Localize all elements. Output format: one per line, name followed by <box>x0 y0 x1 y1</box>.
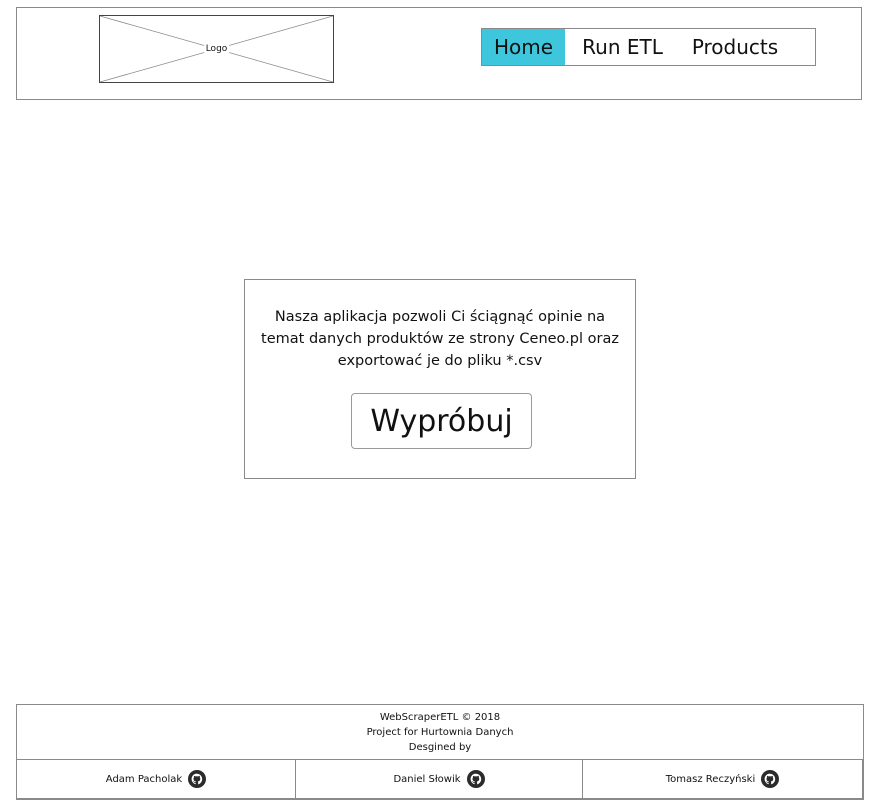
main-nav: Home Run ETL Products <box>481 28 816 66</box>
author-cell: Adam Pacholak <box>16 759 296 799</box>
nav-products[interactable]: Products <box>680 29 790 65</box>
intro-card: Nasza aplikacja pozwoli Ci ściągnąć opin… <box>244 279 636 479</box>
author-cell: Daniel Słowik <box>295 759 583 799</box>
github-icon[interactable] <box>761 770 780 788</box>
author-name: Daniel Słowik <box>393 773 461 785</box>
header: Logo Home Run ETL Products <box>16 7 862 100</box>
footer-designed-by: Desgined by <box>408 742 472 753</box>
try-button[interactable]: Wypróbuj <box>351 393 532 449</box>
author-name: Tomasz Reczyński <box>665 773 756 785</box>
footer-project: Project for Hurtownia Danych <box>366 727 514 738</box>
footer: WebScraperETL © 2018 Project for Hurtown… <box>16 704 864 800</box>
footer-info: WebScraperETL © 2018 Project for Hurtown… <box>17 710 863 755</box>
footer-authors: Adam Pacholak Daniel Słowik Tomasz Reczy… <box>16 759 864 800</box>
footer-copyright: WebScraperETL © 2018 <box>379 712 501 723</box>
author-name: Adam Pacholak <box>105 773 183 785</box>
logo-label: Logo <box>203 43 230 55</box>
github-icon[interactable] <box>188 770 207 788</box>
nav-home[interactable]: Home <box>482 29 565 65</box>
nav-run-etl[interactable]: Run ETL <box>565 29 680 65</box>
logo-placeholder[interactable]: Logo <box>99 15 334 83</box>
author-cell: Tomasz Reczyński <box>582 759 863 799</box>
github-icon[interactable] <box>466 770 485 788</box>
intro-description: Nasza aplikacja pozwoli Ci ściągnąć opin… <box>261 309 619 369</box>
